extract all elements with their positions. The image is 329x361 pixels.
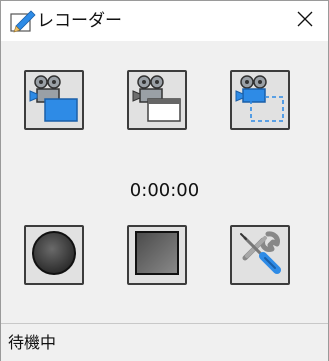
status-bar: 待機中 (1, 323, 328, 361)
camera-window-icon (132, 73, 182, 127)
title-bar: レコーダー (1, 1, 328, 41)
pencil-edit-icon (10, 9, 36, 33)
settings-button[interactable] (230, 225, 290, 285)
camera-region-icon (235, 73, 285, 127)
status-text: 待機中 (8, 333, 57, 352)
record-region-button[interactable] (230, 70, 290, 130)
stop-button[interactable] (127, 225, 187, 285)
close-icon (297, 11, 313, 31)
close-button[interactable] (282, 1, 328, 41)
record-circle-icon (29, 228, 79, 282)
window-title: レコーダー (37, 11, 122, 31)
camera-fullscreen-icon (29, 73, 79, 127)
record-button[interactable] (24, 225, 84, 285)
elapsed-time: 0:00:00 (129, 180, 200, 201)
stop-square-icon (132, 228, 182, 282)
record-fullscreen-button[interactable] (24, 70, 84, 130)
tools-wrench-screwdriver-icon (235, 228, 285, 282)
recorder-window: レコーダー 0:00:00 待機中 (0, 0, 329, 361)
record-window-button[interactable] (127, 70, 187, 130)
